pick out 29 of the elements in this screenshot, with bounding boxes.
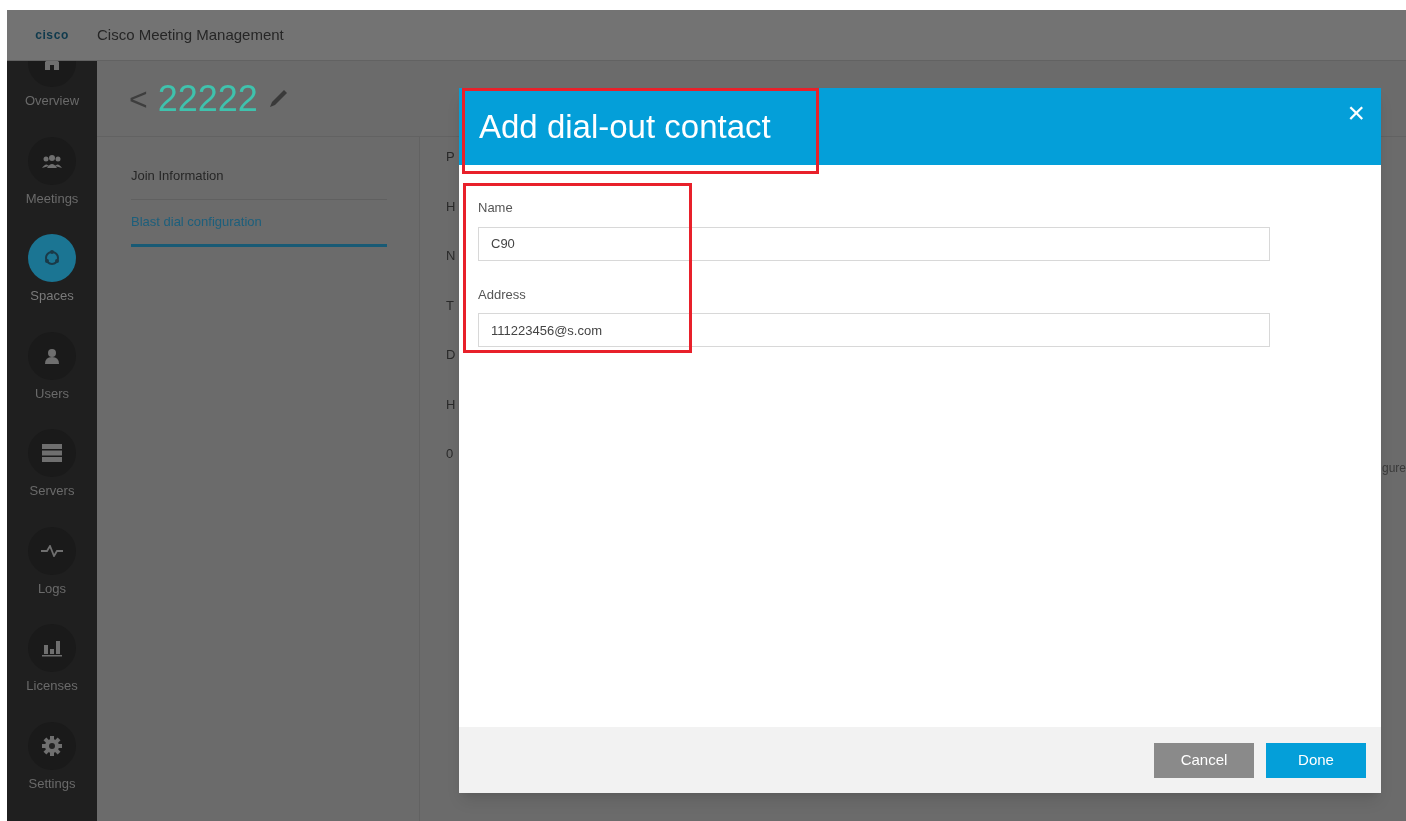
settings-icon: [42, 735, 62, 756]
section-tab[interactable]: Join Information: [131, 153, 387, 200]
dialog-title: Add dial-out contact: [479, 106, 771, 147]
user-icon: [44, 347, 60, 364]
space-title: 22222: [157, 76, 258, 121]
people-icon: [42, 153, 62, 168]
cancel-button[interactable]: Cancel: [1154, 742, 1254, 778]
app-title: Cisco Meeting Management: [97, 24, 284, 45]
done-button[interactable]: Done: [1266, 742, 1366, 778]
server-stack-icon: [42, 444, 62, 462]
background-text: D: [446, 346, 456, 364]
sidebar-item[interactable]: Overview: [24, 61, 80, 111]
input-field[interactable]: 111223456@s.com: [478, 313, 1270, 347]
pulse-icon: [41, 544, 63, 557]
background-text: T: [446, 296, 454, 315]
field-label: Address: [478, 285, 527, 304]
background-text: H: [446, 197, 456, 216]
back-link[interactable]: <: [129, 74, 148, 123]
background-text: H: [446, 395, 456, 414]
pencil-icon[interactable]: [267, 88, 288, 109]
close-button[interactable]: ×: [1347, 98, 1365, 128]
input-field[interactable]: C90: [478, 226, 1270, 261]
bar-chart-icon: [42, 639, 62, 657]
cisco-logo: cisco: [35, 29, 69, 41]
circle-nodes-icon: [43, 249, 61, 267]
field-label: Name: [478, 199, 514, 217]
background-text: N: [446, 247, 456, 265]
background-text: 0: [446, 445, 454, 463]
background-text: P: [446, 148, 455, 166]
